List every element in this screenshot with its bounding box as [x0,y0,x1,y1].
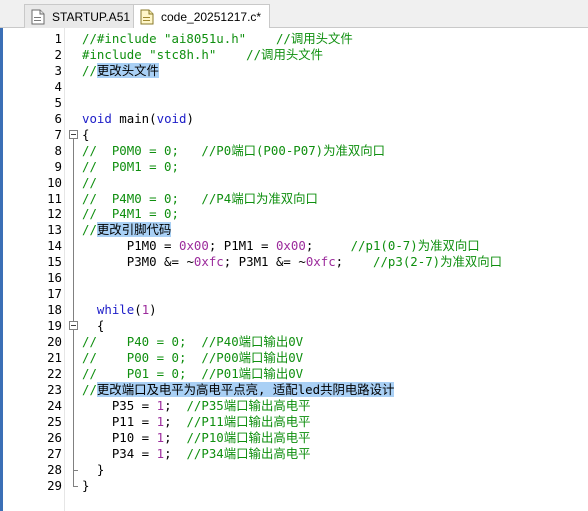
code-line[interactable]: 19 { [0,318,588,334]
line-number: 28 [47,461,62,477]
code-text[interactable]: //#include "ai8051u.h" //调用头文件 [82,31,353,47]
line-number: 9 [54,158,62,174]
line-number: 19 [47,318,62,334]
line-number: 4 [54,78,62,94]
line-number: 21 [47,350,62,365]
code-text[interactable]: // [82,175,97,191]
fold-guide-line [73,330,74,470]
code-line[interactable]: 8 // P0M0 = 0; //P0端口(P00-P07)为准双向口 [0,143,588,159]
code-text[interactable]: } [82,478,89,494]
fold-toggle-icon[interactable] [69,321,78,331]
line-number: 16 [47,270,62,286]
code-text[interactable]: while(1) [82,302,157,318]
code-line[interactable]: 15 P3M0 &= ~0xfc; P3M1 &= ~0xfc; //p3(2-… [0,254,588,270]
line-number: 26 [47,429,62,445]
line-number: 10 [47,174,62,190]
code-text[interactable]: // P01 = 0; //P01端口输出0V [82,366,303,382]
fold-end-tick [73,469,78,471]
code-line[interactable]: 18 while(1) [0,302,588,318]
fold-end-tick [73,485,78,487]
code-line[interactable]: 17 [0,286,588,302]
code-line[interactable]: 28 } [0,462,588,478]
code-line[interactable]: 3 //更改头文件 [0,62,588,79]
line-number: 22 [47,365,62,381]
code-line[interactable]: 7{ [0,127,588,143]
line-number: 12 [47,206,62,222]
code-line[interactable]: 20 // P40 = 0; //P40端口输出0V [0,334,588,350]
line-number: 1 [54,31,62,46]
code-line[interactable]: 12 // P4M1 = 0; [0,206,588,222]
line-number: 5 [54,94,62,110]
tab-label: code_20251217.c* [161,10,262,24]
code-line[interactable]: 27 P34 = 1; //P34端口输出高电平 [0,446,588,462]
code-line[interactable]: 14 P1M0 = 0x00; P1M1 = 0x00; //p1(0-7)为准… [0,238,588,254]
line-number: 24 [47,397,62,413]
code-line[interactable]: 11 // P4M0 = 0; //P4端口为准双向口 [0,191,588,207]
code-line[interactable]: 4 [0,79,588,95]
code-text[interactable]: #include "stc8h.h" //调用头文件 [82,47,323,63]
line-number: 25 [47,413,62,429]
code-text[interactable]: P35 = 1; //P35端口输出高电平 [82,398,311,414]
code-text[interactable]: //更改引脚代码 [82,222,172,238]
line-number: 18 [47,302,62,318]
code-line[interactable]: 16 [0,270,588,286]
editor-tab-bar: STARTUP.A51 code_20251217.c* [0,0,588,29]
code-text[interactable]: // P40 = 0; //P40端口输出0V [82,334,303,350]
tab-code-c[interactable]: code_20251217.c* [133,4,271,29]
code-line[interactable]: 21 // P00 = 0; //P00端口输出0V [0,350,588,366]
line-number: 17 [47,286,62,302]
line-number: 14 [47,238,62,254]
code-line[interactable]: 29} [0,478,588,494]
code-text[interactable]: //更改端口及电平为高电平点亮, 适配led共阴电路设计 [82,381,395,398]
code-text[interactable]: void main(void) [82,111,194,127]
code-text[interactable]: { [82,318,104,334]
line-number: 11 [47,190,62,206]
line-number: 2 [54,46,62,62]
code-text[interactable]: // P4M0 = 0; //P4端口为准双向口 [82,191,318,207]
code-text[interactable]: //更改头文件 [82,62,159,79]
line-number: 20 [47,334,62,350]
code-line[interactable]: 23 //更改端口及电平为高电平点亮, 适配led共阴电路设计 [0,381,588,398]
line-number: 13 [47,222,62,238]
code-text[interactable]: { [82,127,89,143]
tab-label: STARTUP.A51 [52,9,131,24]
code-text[interactable]: P11 = 1; //P11端口输出高电平 [82,414,311,430]
code-text[interactable]: P34 = 1; //P34端口输出高电平 [82,446,311,462]
line-number: 27 [47,445,62,461]
line-number: 29 [47,477,62,493]
code-text[interactable]: // P0M0 = 0; //P0端口(P00-P07)为准双向口 [82,143,385,159]
asm-file-icon [31,9,45,25]
line-number: 7 [54,126,62,142]
code-line[interactable]: 10 // [0,175,588,191]
code-line[interactable]: 25 P11 = 1; //P11端口输出高电平 [0,414,588,430]
code-text[interactable]: P1M0 = 0x00; P1M1 = 0x00; //p1(0-7)为准双向口 [82,238,480,254]
code-line[interactable]: 26 P10 = 1; //P10端口输出高电平 [0,430,588,446]
line-number: 3 [54,62,62,78]
code-line[interactable]: 6 void main(void) [0,111,588,127]
code-text[interactable]: P10 = 1; //P10端口输出高电平 [82,430,311,446]
code-text[interactable]: // P00 = 0; //P00端口输出0V [82,350,303,366]
line-number: 23 [47,381,62,397]
code-line[interactable]: 2 #include "stc8h.h" //调用头文件 [0,47,588,63]
line-number: 8 [54,142,62,158]
tab-startup-a51[interactable]: STARTUP.A51 [24,4,140,28]
code-text[interactable]: } [82,462,104,478]
code-text[interactable]: // P0M1 = 0; [82,159,179,175]
code-text[interactable]: P3M0 &= ~0xfc; P3M1 &= ~0xfc; //p3(2-7)为… [82,254,502,270]
code-line[interactable]: 24 P35 = 1; //P35端口输出高电平 [0,398,588,414]
line-number: 15 [47,254,62,270]
code-text[interactable]: // P4M1 = 0; [82,206,179,222]
code-line[interactable]: 5 [0,95,588,111]
c-file-icon [140,9,154,25]
line-number: 6 [54,110,62,126]
code-line[interactable]: 1 //#include "ai8051u.h" //调用头文件 [0,31,588,47]
fold-toggle-icon[interactable] [69,129,78,139]
code-line[interactable]: 9 // P0M1 = 0; [0,159,588,175]
code-line[interactable]: 22 // P01 = 0; //P01端口输出0V [0,366,588,382]
code-line[interactable]: 13 //更改引脚代码 [0,222,588,238]
